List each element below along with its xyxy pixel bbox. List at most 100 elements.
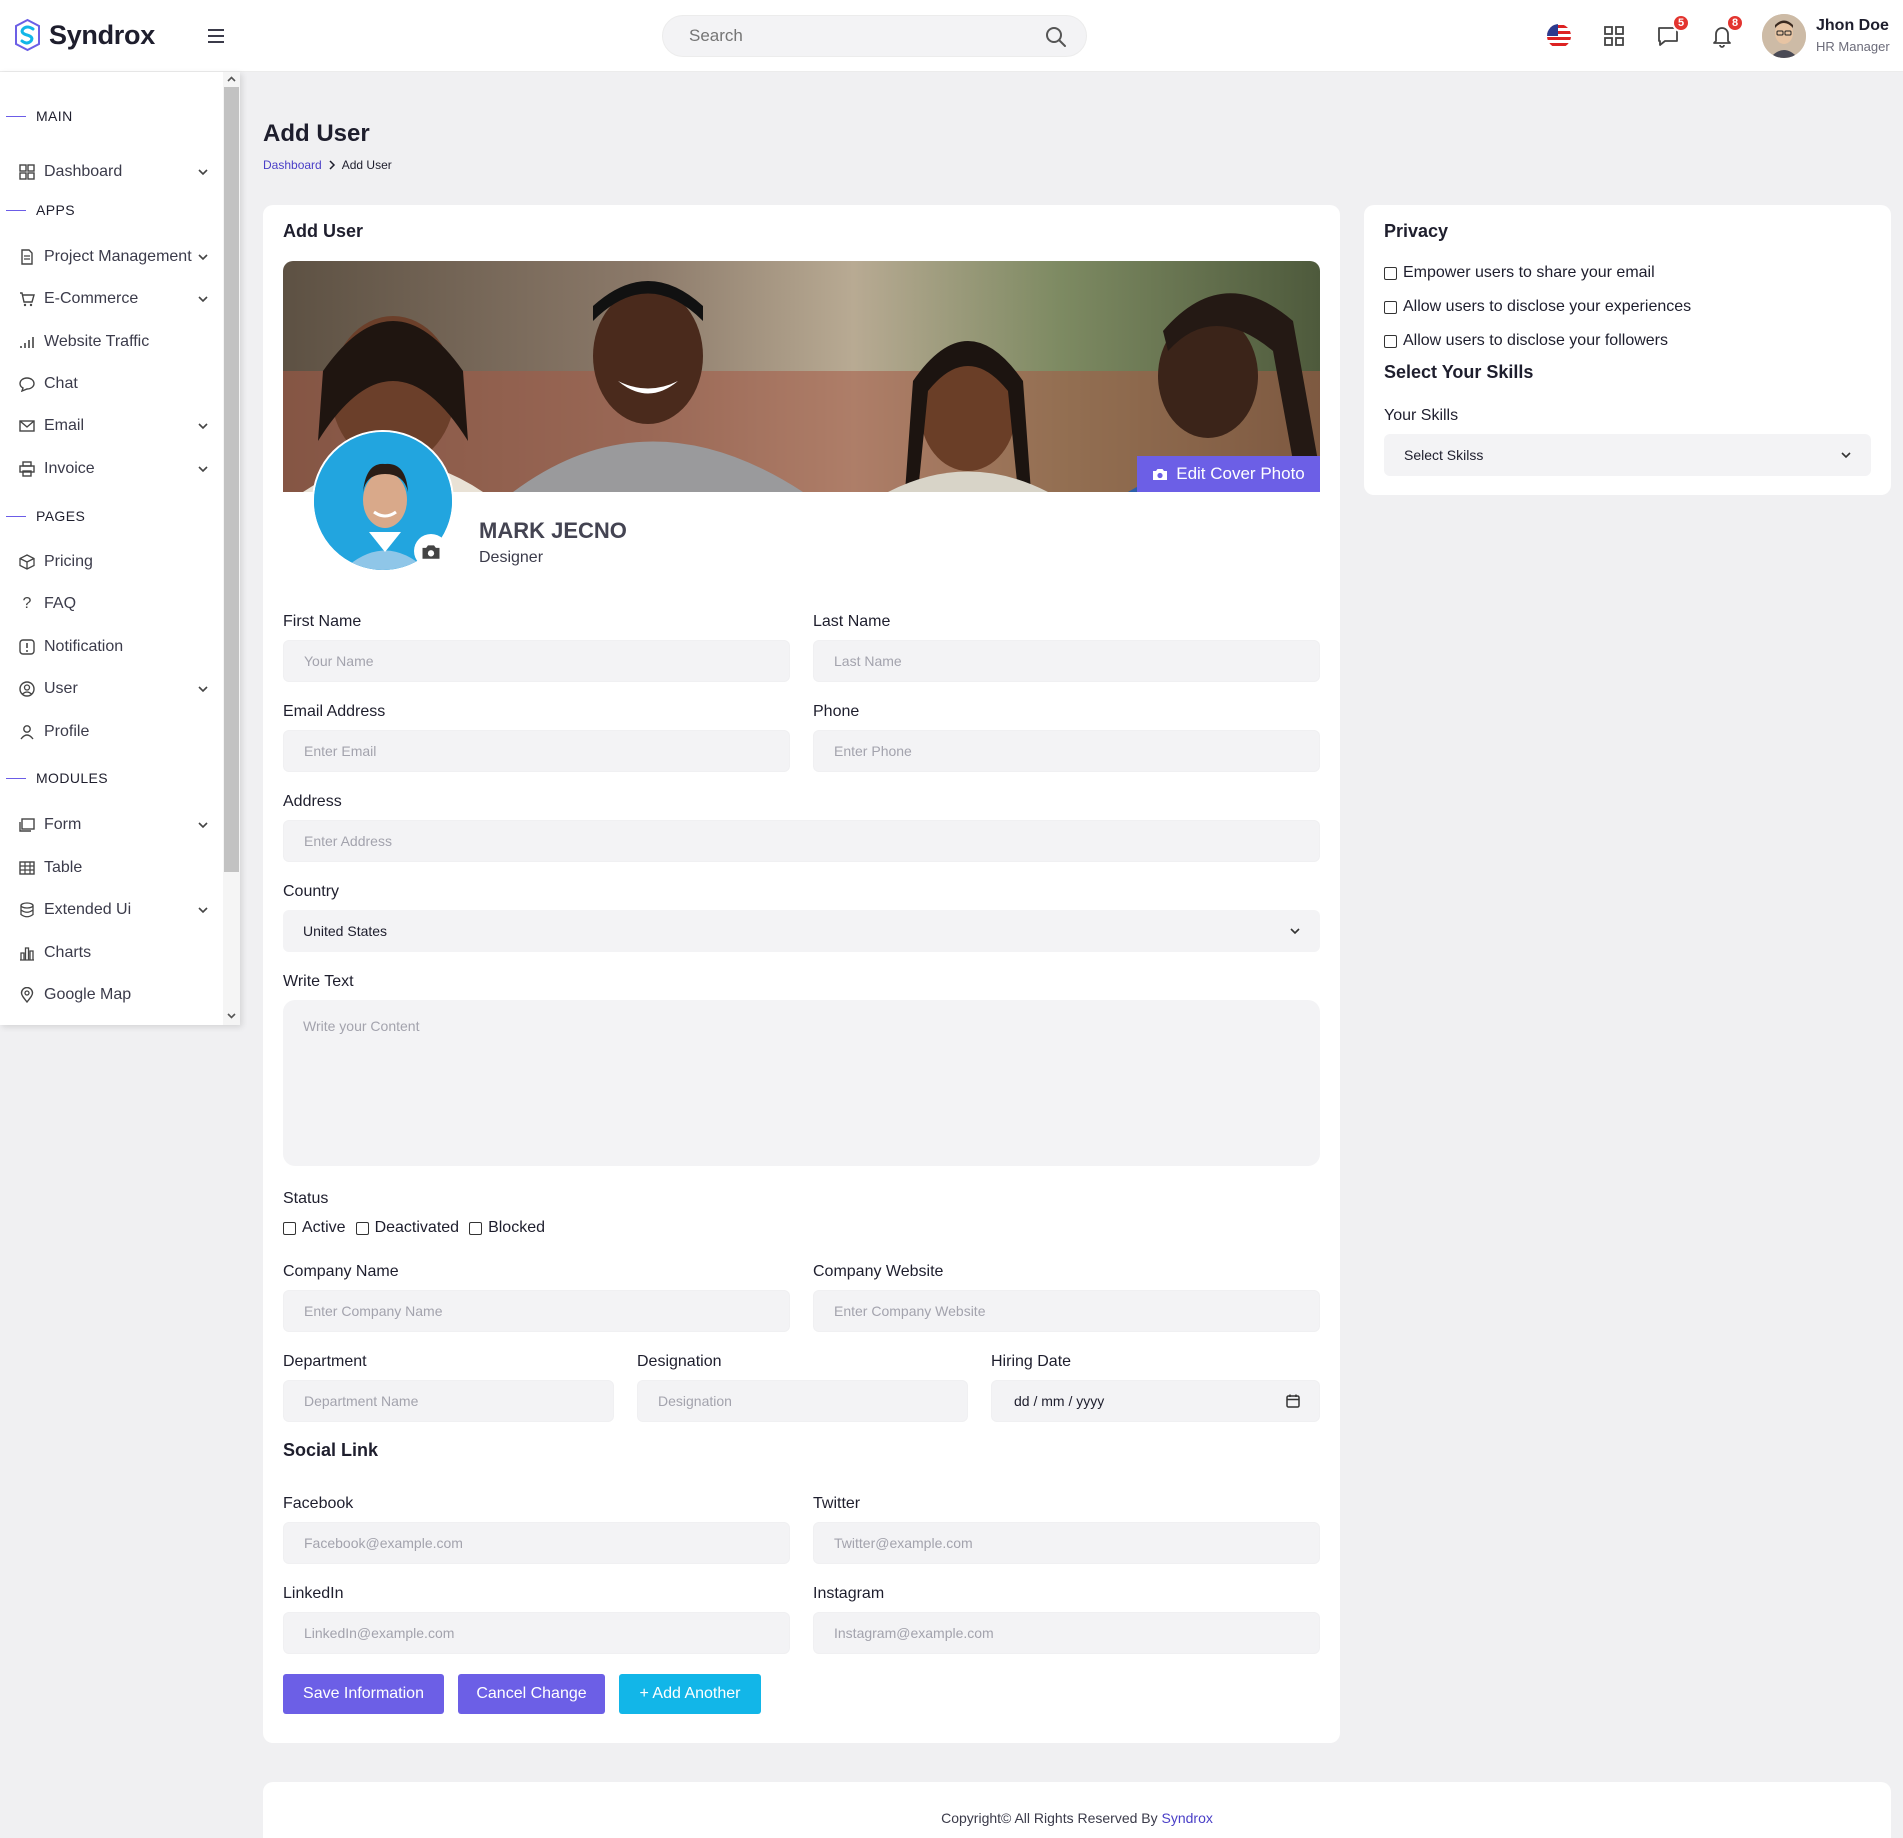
form-icon (19, 818, 35, 832)
phone-input[interactable] (813, 730, 1320, 772)
cancel-change-button[interactable]: Cancel Change (458, 1674, 605, 1714)
hiring-date-input[interactable]: dd / mm / yyyy (991, 1380, 1320, 1422)
sidebar-item-label: FAQ (44, 595, 77, 612)
sidebar-item-invoice[interactable]: Invoice (18, 454, 210, 484)
company-website-input[interactable] (813, 1290, 1320, 1332)
change-avatar-button[interactable] (414, 534, 448, 568)
designation-label: Designation (637, 1353, 722, 1370)
user-avatar[interactable] (1762, 14, 1806, 58)
search-icon[interactable] (1044, 25, 1068, 49)
sidebar-scrollbar-thumb[interactable] (224, 87, 239, 872)
sidebar-item-project-management[interactable]: Project Management (18, 242, 210, 272)
instagram-input[interactable] (813, 1612, 1320, 1654)
chevron-down-icon (198, 466, 208, 473)
scroll-down-icon[interactable] (226, 1010, 237, 1021)
mail-icon (19, 420, 35, 432)
facebook-label: Facebook (283, 1495, 354, 1512)
search-input[interactable] (689, 26, 1029, 46)
breadcrumb-home-link[interactable]: Dashboard (263, 158, 322, 172)
sidebar-item-chat[interactable]: Chat (18, 369, 210, 399)
add-another-button[interactable]: + Add Another (619, 1674, 761, 1714)
footer-copyright-text: Copyright© All Rights Reserved By (941, 1810, 1162, 1826)
sidebar-item-profile[interactable]: Profile (18, 717, 210, 747)
country-select[interactable]: United States (283, 910, 1320, 952)
sidebar-item-ecommerce[interactable]: E-Commerce (18, 284, 210, 314)
linkedin-input[interactable] (283, 1612, 790, 1654)
chevron-down-icon (198, 296, 208, 303)
address-input[interactable] (283, 820, 1320, 862)
calendar-icon[interactable] (1285, 1393, 1301, 1409)
status-label: Status (283, 1190, 329, 1207)
privacy-share-email-checkbox[interactable]: Empower users to share your email (1384, 264, 1655, 282)
sidebar-item-pricing[interactable]: Pricing (18, 547, 210, 577)
profile-role: Designer (479, 549, 544, 566)
sidebar-item-form[interactable]: Form (18, 810, 210, 840)
status-active-checkbox[interactable]: Active (283, 1219, 346, 1237)
sidebar-item-google-map[interactable]: Google Map (18, 980, 210, 1010)
user-name[interactable]: Jhon Doe (1816, 17, 1889, 35)
sidebar-item-label: Invoice (44, 460, 95, 477)
facebook-input[interactable] (283, 1522, 790, 1564)
sidebar-item-label: Profile (44, 723, 90, 740)
apps-grid-icon[interactable] (1600, 22, 1628, 50)
chevron-down-icon (198, 254, 208, 261)
status-options: Active Deactivated Blocked (283, 1219, 555, 1237)
twitter-input[interactable] (813, 1522, 1320, 1564)
edit-cover-photo-button[interactable]: Edit Cover Photo (1137, 456, 1320, 492)
sidebar-item-extended-ui[interactable]: Extended Ui (18, 895, 210, 925)
user-role: HR Manager (1816, 39, 1890, 54)
document-icon (21, 249, 33, 265)
edit-cover-label: Edit Cover Photo (1176, 464, 1305, 483)
card-title: Add User (283, 221, 364, 241)
us-flag-icon[interactable] (1545, 22, 1573, 50)
brand[interactable]: Syndrox (14, 18, 155, 52)
chevron-down-icon (198, 423, 208, 430)
notifications-button[interactable]: 8 (1708, 14, 1744, 50)
designation-input[interactable] (637, 1380, 968, 1422)
sidebar-item-table[interactable]: Table (18, 853, 210, 883)
country-label: Country (283, 883, 340, 900)
privacy-disclose-followers-checkbox[interactable]: Allow users to disclose your followers (1384, 332, 1668, 350)
company-name-input[interactable] (283, 1290, 790, 1332)
sidebar-item-charts[interactable]: Charts (18, 938, 210, 968)
skills-label: Your Skills (1384, 407, 1459, 424)
breadcrumb-current: Add User (341, 158, 392, 172)
scroll-up-icon[interactable] (226, 74, 237, 85)
sidebar-section-apps: APPS (0, 202, 75, 218)
menu-toggle-icon[interactable] (206, 26, 226, 46)
save-information-button[interactable]: Save Information (283, 1674, 444, 1714)
department-input[interactable] (283, 1380, 614, 1422)
user-circle-icon (19, 681, 35, 697)
hiring-date-label: Hiring Date (991, 1353, 1072, 1370)
privacy-disclose-experiences-checkbox[interactable]: Allow users to disclose your experiences (1384, 298, 1691, 316)
brand-name: Syndrox (49, 19, 155, 50)
printer-icon (19, 461, 35, 477)
status-option-label: Active (302, 1219, 346, 1236)
sidebar-item-dashboard[interactable]: Dashboard (18, 157, 210, 187)
skills-selected-value: Select Skilss (1404, 447, 1484, 463)
camera-icon (1153, 469, 1168, 480)
top-header: Syndrox 5 (0, 0, 1903, 72)
first-name-input[interactable] (283, 640, 790, 682)
sidebar-item-faq[interactable]: ? FAQ (18, 589, 210, 619)
status-deactivated-checkbox[interactable]: Deactivated (355, 1219, 459, 1237)
sidebar-item-label: User (44, 680, 78, 697)
sidebar-section-modules: MODULES (0, 770, 108, 786)
hiring-date-value: dd / mm / yyyy (1014, 1393, 1105, 1409)
sidebar-item-notification[interactable]: Notification (18, 632, 210, 662)
sidebar-item-email[interactable]: Email (18, 411, 210, 441)
messages-button[interactable]: 5 (1654, 14, 1690, 50)
sidebar-item-website-traffic[interactable]: Website Traffic (18, 327, 210, 357)
sidebar-item-label: Email (44, 417, 85, 434)
status-blocked-checkbox[interactable]: Blocked (469, 1219, 545, 1237)
footer-brand-link[interactable]: Syndrox (1162, 1810, 1213, 1826)
email-input[interactable] (283, 730, 790, 772)
chevron-down-icon (1841, 452, 1851, 459)
page-title: Add User (263, 120, 370, 147)
skills-select[interactable]: Select Skilss (1384, 434, 1871, 476)
chevron-right-icon (329, 160, 335, 170)
last-name-input[interactable] (813, 640, 1320, 682)
sidebar-item-label: Notification (44, 638, 124, 655)
content-textarea[interactable] (283, 1000, 1320, 1166)
sidebar-item-user[interactable]: User (18, 674, 210, 704)
